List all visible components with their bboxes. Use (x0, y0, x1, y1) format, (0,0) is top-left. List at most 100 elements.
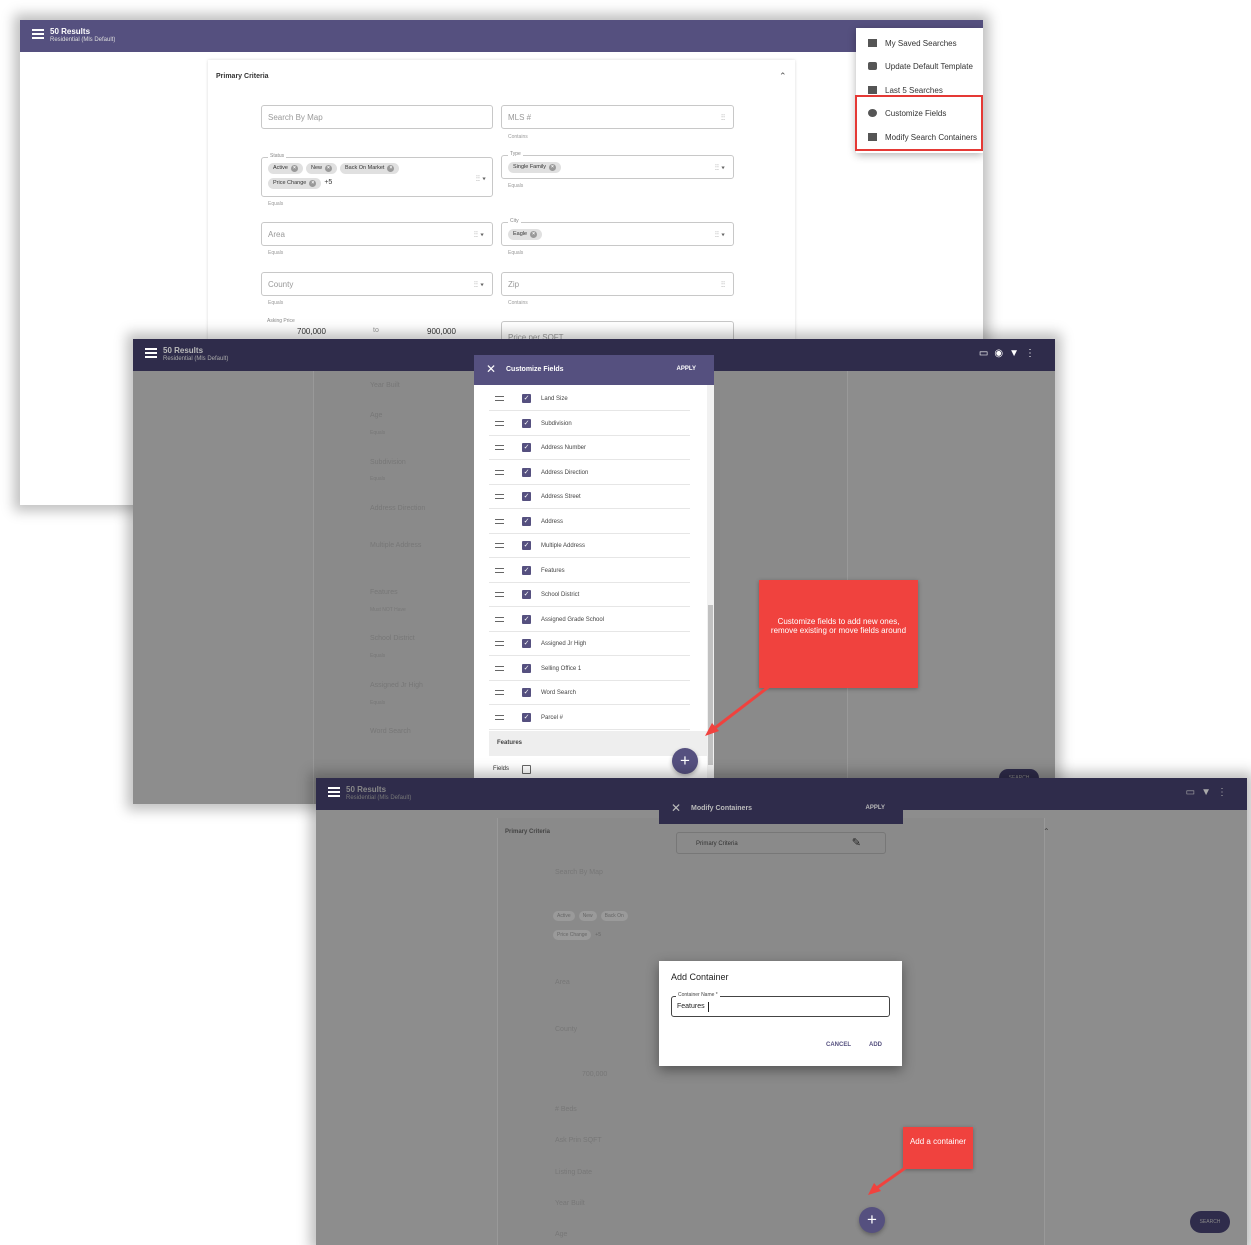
field-row[interactable]: ✓ Land Size (489, 387, 690, 411)
mls-field[interactable]: MLS # ⫶⫶ (501, 105, 734, 129)
drag-handle-icon[interactable] (495, 568, 504, 573)
field-row[interactable]: ✓ Address Direction (489, 461, 690, 485)
filter-adjust-icon[interactable]: ⫶⫶ (721, 280, 725, 290)
bg-field: County (555, 1026, 578, 1033)
field-row[interactable]: ✓ Subdivision (489, 412, 690, 436)
add-field-button[interactable]: + (672, 748, 698, 774)
field-row[interactable]: ✓ Assigned Jr High (489, 632, 690, 656)
search-by-map-field[interactable]: Search By Map (261, 105, 493, 129)
apply-button[interactable]: APPLY (866, 805, 885, 811)
mls-hint: Contains (508, 134, 528, 140)
cancel-button[interactable]: CANCEL (826, 1042, 851, 1048)
container-item[interactable]: Primary Criteria ✎ (676, 832, 886, 854)
field-row[interactable]: ✓ Address Number (489, 436, 690, 460)
city-field[interactable]: City Eagle × ⫶⫶ ▾ (501, 218, 734, 246)
type-field[interactable]: Type Single Family × ⫶⫶ ▾ (501, 151, 734, 179)
add-button[interactable]: ADD (869, 1042, 882, 1048)
checkbox-checked-icon[interactable]: ✓ (522, 664, 531, 673)
close-icon[interactable]: ✕ (671, 801, 681, 815)
container-name-input[interactable]: Container Name * Features (671, 992, 890, 1017)
status-chip[interactable]: New × (305, 163, 337, 174)
drag-handle-icon[interactable] (495, 641, 504, 646)
status-chip[interactable]: Active × (268, 163, 303, 174)
drag-handle-icon[interactable] (495, 470, 504, 475)
chip-remove-icon[interactable]: × (549, 164, 557, 171)
filter-adjust-icon[interactable]: ⫶⫶ ▾ (474, 280, 484, 290)
hamburger-menu-icon[interactable] (328, 787, 340, 797)
drag-handle-icon[interactable] (495, 690, 504, 695)
price-to[interactable]: 900,000 (427, 327, 456, 336)
chip-remove-icon[interactable]: × (309, 180, 317, 187)
results-subtitle: Residential (Mls Default) (346, 795, 412, 801)
filter-adjust-icon[interactable]: ⫶⫶ ▾ (715, 230, 725, 240)
field-row[interactable]: ✓ Multiple Address (489, 534, 690, 558)
checkbox-checked-icon[interactable]: ✓ (522, 419, 531, 428)
checkbox-checked-icon[interactable]: ✓ (522, 615, 531, 624)
toolbar-icons[interactable]: ▭◉▼⋮ (979, 348, 1041, 359)
drag-handle-icon[interactable] (495, 519, 504, 524)
drag-handle-icon[interactable] (495, 543, 504, 548)
bg-chip: Back On (600, 911, 628, 921)
drag-handle-icon[interactable] (495, 396, 504, 401)
edit-pencil-icon[interactable]: ✎ (852, 836, 861, 849)
status-chip[interactable]: Price Change × (268, 178, 322, 189)
bg-field: School District (370, 635, 415, 642)
checkbox-checked-icon[interactable]: ✓ (522, 566, 531, 575)
checkbox-checked-icon[interactable]: ✓ (522, 517, 531, 526)
toolbar-icons[interactable]: ▭▼⋮ (1186, 787, 1233, 798)
filter-adjust-icon[interactable]: ⫶⫶ ▾ (476, 174, 486, 184)
chip-remove-icon[interactable]: × (530, 231, 538, 238)
field-row-label: Multiple Address (541, 543, 586, 549)
collapse-chevron-icon[interactable]: ⌃ (779, 71, 787, 82)
drag-handle-icon[interactable] (495, 666, 504, 671)
search-button[interactable]: SEARCH (1190, 1211, 1230, 1233)
drag-handle-icon[interactable] (495, 715, 504, 720)
checkbox-checked-icon[interactable]: ✓ (522, 639, 531, 648)
apply-button[interactable]: APPLY (677, 366, 696, 372)
field-row[interactable]: ✓ Word Search (489, 681, 690, 705)
drag-handle-icon[interactable] (495, 494, 504, 499)
menu-item-update-template[interactable]: Update Default Template (868, 62, 973, 71)
hamburger-menu-icon[interactable] (32, 29, 44, 39)
area-field[interactable]: Area ⫶⫶ ▾ (261, 222, 493, 246)
field-row[interactable]: ✓ School District (489, 583, 690, 607)
field-row[interactable]: ✓ Parcel # (489, 706, 690, 730)
checkbox-checked-icon[interactable]: ✓ (522, 443, 531, 452)
drag-handle-icon[interactable] (495, 617, 504, 622)
status-chip[interactable]: Back On Market × (340, 163, 400, 174)
county-field[interactable]: County ⫶⫶ ▾ (261, 272, 493, 296)
chip-remove-icon[interactable]: × (387, 165, 395, 172)
zip-field[interactable]: Zip ⫶⫶ (501, 272, 734, 296)
drag-handle-icon[interactable] (495, 592, 504, 597)
type-chip[interactable]: Single Family × (508, 162, 562, 173)
checkbox-checked-icon[interactable]: ✓ (522, 492, 531, 501)
checkbox-checked-icon[interactable]: ✓ (522, 713, 531, 722)
price-from[interactable]: 700,000 (297, 327, 326, 336)
checkbox-checked-icon[interactable]: ✓ (522, 541, 531, 550)
checkbox-empty-icon[interactable] (522, 765, 531, 774)
checkbox-checked-icon[interactable]: ✓ (522, 688, 531, 697)
field-row[interactable]: ✓ Address (489, 510, 690, 534)
menu-item-last-searches[interactable]: Last 5 Searches (868, 86, 943, 95)
city-chip[interactable]: Eagle × (508, 229, 543, 240)
chip-remove-icon[interactable]: × (290, 165, 298, 172)
filter-adjust-icon[interactable]: ⫶⫶ (721, 113, 725, 123)
checkbox-checked-icon[interactable]: ✓ (522, 468, 531, 477)
close-icon[interactable]: ✕ (486, 362, 496, 376)
field-row[interactable]: ✓ Selling Office 1 (489, 657, 690, 681)
filter-adjust-icon[interactable]: ⫶⫶ ▾ (715, 163, 725, 173)
hamburger-menu-icon[interactable] (145, 348, 157, 358)
filter-adjust-icon[interactable]: ⫶⫶ ▾ (474, 230, 484, 240)
status-field[interactable]: Status Active × New × Back On Market × Price … (261, 153, 493, 197)
add-container-button[interactable]: + (859, 1207, 885, 1233)
field-row[interactable]: ✓ Features (489, 559, 690, 583)
drag-handle-icon[interactable] (495, 421, 504, 426)
checkbox-checked-icon[interactable]: ✓ (522, 590, 531, 599)
field-row[interactable]: ✓ Address Street (489, 485, 690, 509)
checkbox-checked-icon[interactable]: ✓ (522, 394, 531, 403)
drag-handle-icon[interactable] (495, 445, 504, 450)
scrollbar[interactable] (707, 385, 714, 804)
field-row[interactable]: ✓ Assigned Grade School (489, 608, 690, 632)
menu-item-saved-searches[interactable]: My Saved Searches (868, 39, 957, 48)
chip-remove-icon[interactable]: × (325, 165, 332, 172)
